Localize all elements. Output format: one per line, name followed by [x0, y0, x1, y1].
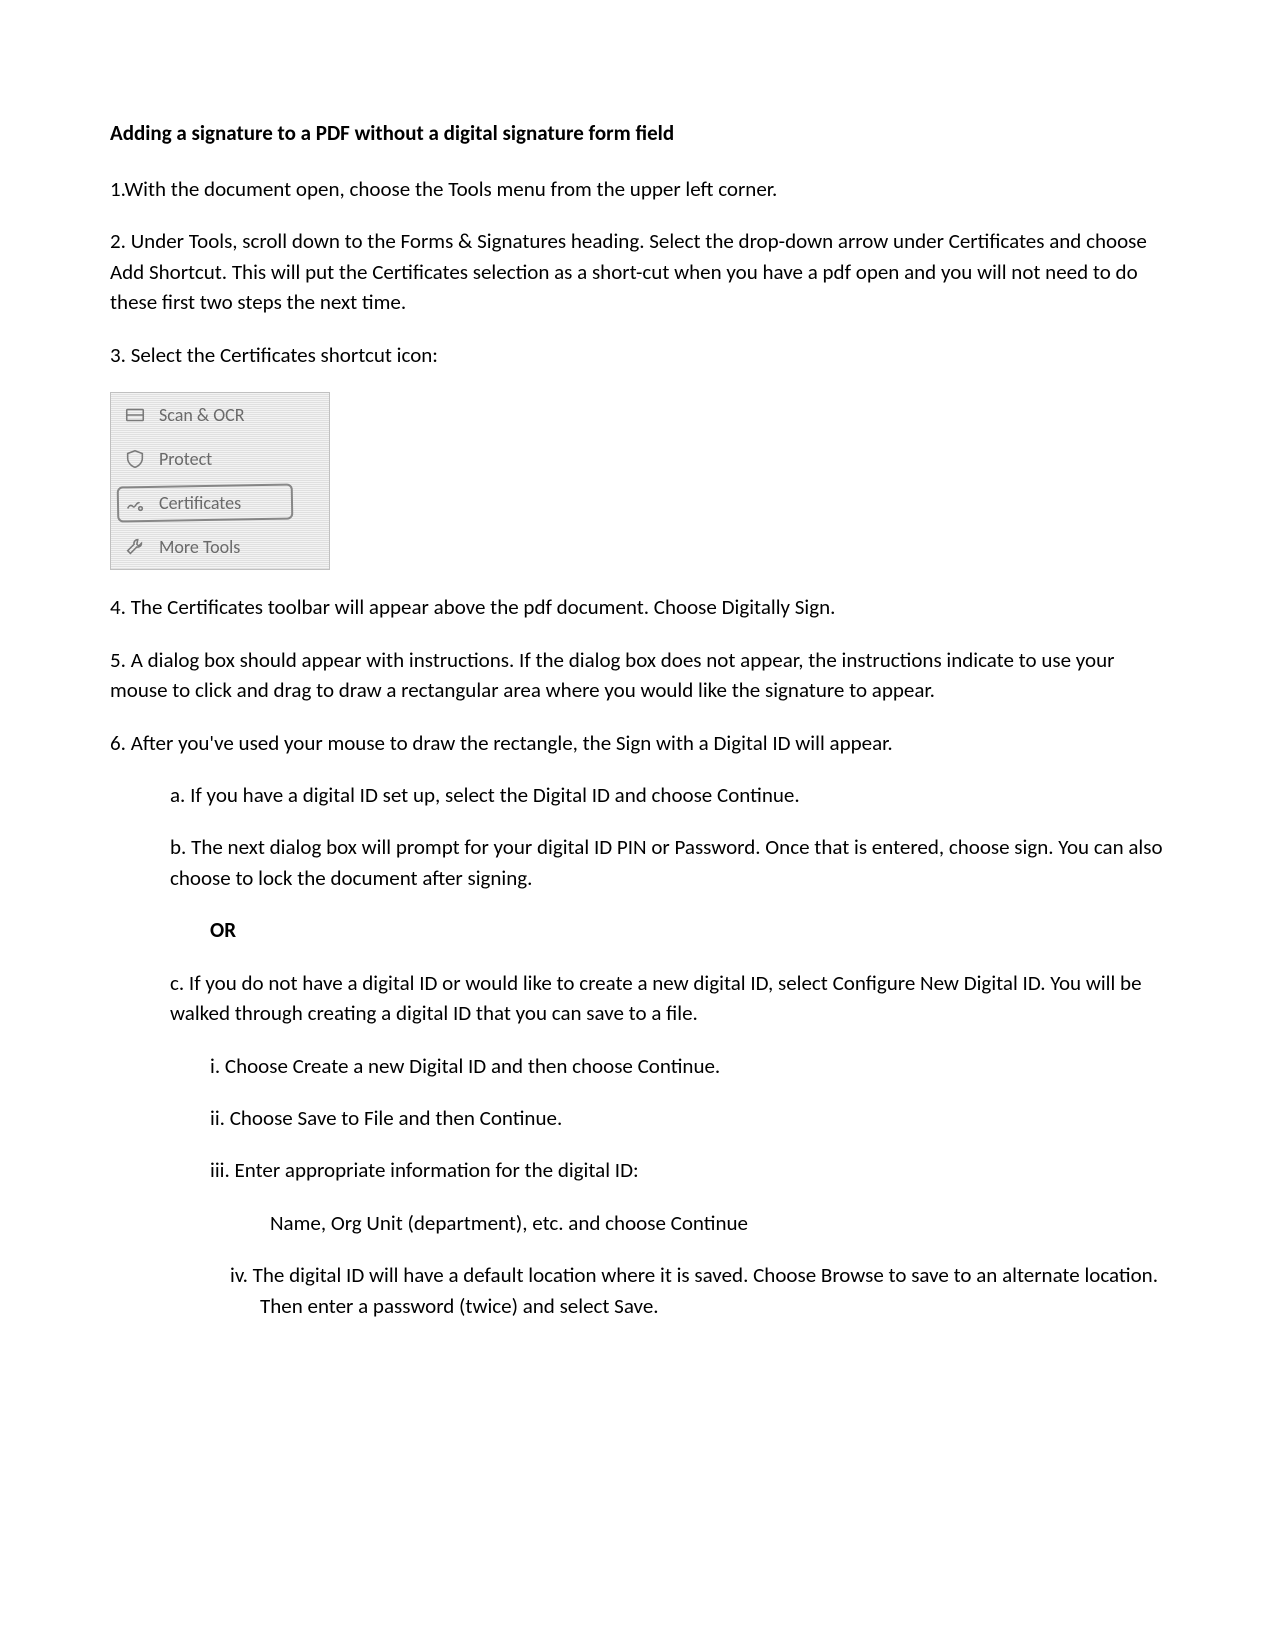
step-6b: b. The next dialog box will prompt for y… — [110, 832, 1165, 893]
step-6a: a. If you have a digital ID set up, sele… — [110, 780, 1165, 810]
toolbar-item-more-tools: More Tools — [111, 525, 329, 569]
toolbar-item-scan-ocr: Scan & OCR — [111, 393, 329, 437]
signature-icon — [123, 491, 147, 515]
step-6c-iii: iii. Enter appropriate information for t… — [110, 1155, 1165, 1185]
step-3: 3. Select the Certificates shortcut icon… — [110, 340, 1165, 370]
wrench-icon — [123, 535, 147, 559]
step-6c-i: i. Choose Create a new Digital ID and th… — [110, 1051, 1165, 1081]
step-1: 1.With the document open, choose the Too… — [110, 174, 1165, 204]
toolbar-label: Scan & OCR — [159, 404, 245, 426]
step-6: 6. After you've used your mouse to draw … — [110, 728, 1165, 758]
step-2: 2. Under Tools, scroll down to the Forms… — [110, 226, 1165, 317]
toolbar-item-certificates: Certificates — [111, 481, 329, 525]
step-6c-iv: iv. The digital ID will have a default l… — [110, 1260, 1165, 1321]
step-5: 5. A dialog box should appear with instr… — [110, 645, 1165, 706]
step-or: OR — [110, 915, 1165, 945]
step-6c-iii-detail: Name, Org Unit (department), etc. and ch… — [110, 1208, 1165, 1238]
toolbar-label: Protect — [159, 448, 212, 470]
toolbar-label: More Tools — [159, 536, 240, 558]
document-title: Adding a signature to a PDF without a di… — [110, 120, 1165, 146]
toolbar-item-protect: Protect — [111, 437, 329, 481]
step-6c-ii: ii. Choose Save to File and then Continu… — [110, 1103, 1165, 1133]
shield-icon — [123, 447, 147, 471]
step-4: 4. The Certificates toolbar will appear … — [110, 592, 1165, 622]
toolbar-screenshot: Scan & OCR Protect Certificates More Too… — [110, 392, 330, 570]
toolbar-label: Certificates — [159, 492, 241, 514]
scanner-icon — [123, 403, 147, 427]
step-6c: c. If you do not have a digital ID or wo… — [110, 968, 1165, 1029]
